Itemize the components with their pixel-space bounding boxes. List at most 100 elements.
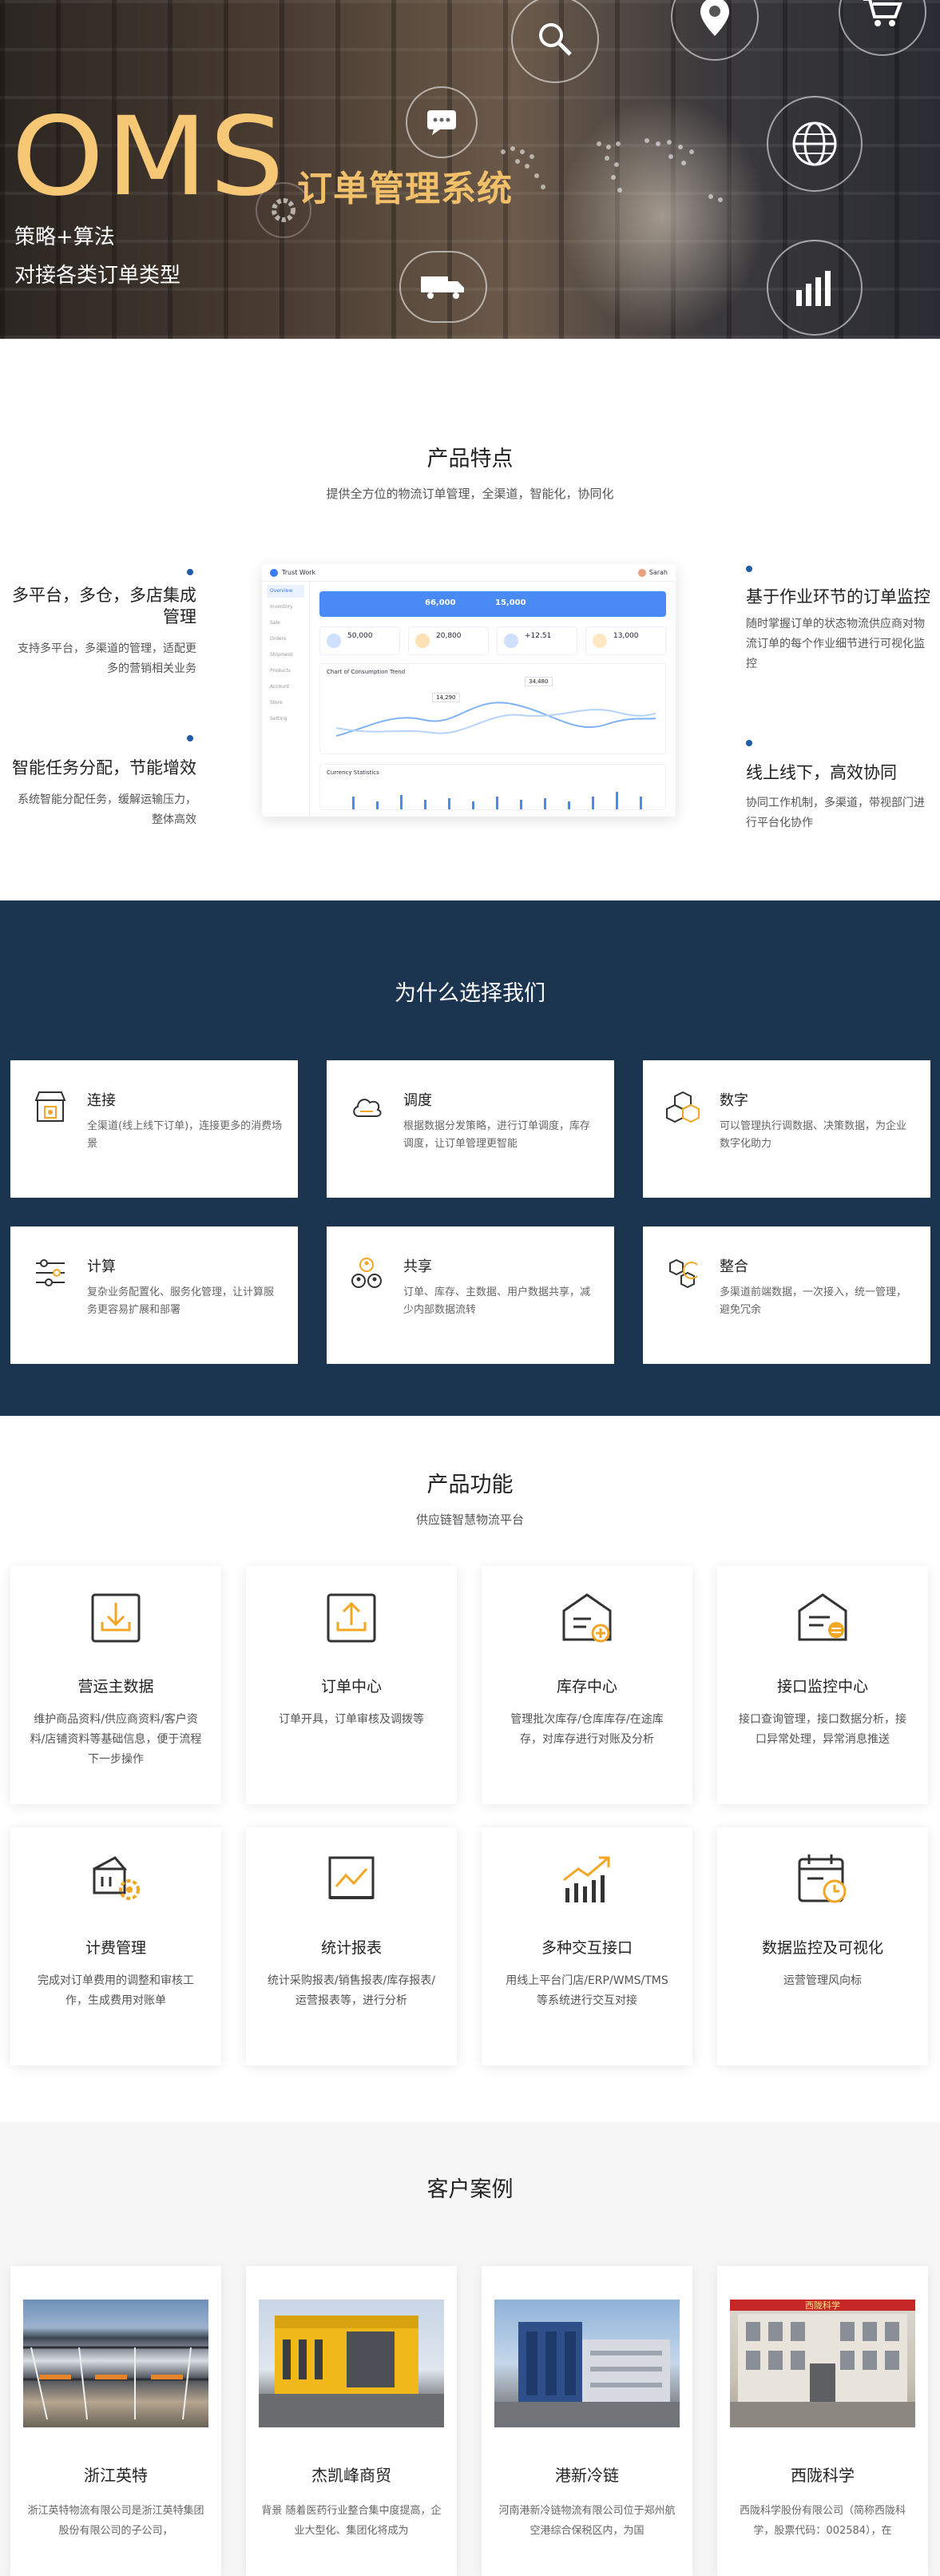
function-title: 接口监控中心 [776, 1678, 868, 1695]
case-name: 西陇科学 [791, 2466, 855, 2485]
bars-title: Currency Statistics [327, 769, 379, 776]
feature-desc: 随时掌握订单的状态物流供应商对物流订单的每个作业细节进行可视化监控 [746, 618, 925, 670]
upload-tray-icon [327, 1593, 376, 1643]
feature-item: 基于作业环节的订单监控 随时掌握订单的状态物流供应商对物流订单的每个作业细节进行… [746, 566, 931, 674]
function-desc: 完成对订单费用的调整和审核工作，生成费用对账单 [38, 1974, 194, 2007]
banner-value-b: 15,000 [495, 598, 526, 607]
sidebar-item: Inventory [270, 604, 293, 610]
feature-item: 线上线下，高效协同 协同工作机制，多渠道，带视部门进行平台化协作 [746, 740, 931, 833]
sidebar-item: Sale [270, 620, 280, 626]
trend-chart: Chart of Consumption Trend 14,290 34,480 [319, 663, 666, 754]
feature-desc: 系统智能分配任务，缓解运输压力，整体高效 [18, 793, 196, 826]
case-image: 西陇科学 [730, 2300, 915, 2427]
function-card: 计费管理 完成对订单费用的调整和审核工作，生成费用对账单 [10, 1827, 221, 2065]
monitor-api-icon [798, 1593, 847, 1641]
sidebar-item: Overview [267, 585, 304, 598]
card-desc: 订单、库存、主数据、用户数据共享，减少内部数据流转 [403, 1286, 591, 1316]
user-name: Sarah [648, 569, 668, 576]
bullet-dot [187, 735, 193, 741]
function-card: 统计报表 统计采购报表/销售报表/库存报表/运营报表等，进行分析 [246, 1827, 457, 2065]
kpi-row: 50,000 20,800 +12.51 13,000 [319, 626, 666, 655]
sidebar-item: Products [270, 668, 291, 674]
case-image [259, 2300, 444, 2427]
sliders-icon [36, 1259, 65, 1286]
bullet-dot [746, 566, 752, 572]
function-title: 营运主数据 [77, 1678, 154, 1695]
feature-title: 智能任务分配，节能增效 [12, 758, 196, 777]
dashboard-preview: Trust Work Sarah Overview Inventory Sale… [262, 564, 676, 817]
feature-desc: 协同工作机制，多渠道，带视部门进行平台化协作 [746, 797, 925, 829]
function-desc: 运营管理风向标 [783, 1974, 862, 1987]
sidebar-item: Store [270, 700, 283, 706]
dashboard-sidebar: Overview Inventory Sale Orders Shipment … [262, 582, 310, 817]
function-desc: 用线上平台门店/ERP/WMS/TMS等系统进行交互对接 [506, 1974, 668, 2007]
app-logo-icon [270, 568, 278, 577]
feature-item: 智能任务分配，节能增效 系统智能分配任务，缓解运输压力，整体高效 [8, 735, 196, 830]
dashboard-banner: 66,000 15,000 [319, 591, 666, 617]
function-title: 订单中心 [320, 1678, 382, 1695]
sidebar-item: Shipment [270, 652, 293, 658]
why-card: 计算 复杂业务配置化、服务化管理，让计算服务更容易扩展和部署 [10, 1226, 298, 1364]
chart-tooltip: 14,290 [432, 693, 460, 702]
hero-tagline-1: 策略+算法 [14, 225, 115, 249]
function-card: 数据监控及可视化 运营管理风向标 [717, 1827, 928, 2065]
integrate-icon [669, 1258, 698, 1289]
sidebar-item: Setting [270, 716, 288, 722]
banner-value-a: 66,000 [425, 598, 456, 607]
case-image [23, 2300, 208, 2427]
case-name: 港新冷链 [555, 2466, 619, 2485]
card-title: 连接 [87, 1092, 116, 1109]
bullet-dot [746, 740, 752, 746]
features-title: 产品特点 [426, 447, 514, 471]
function-desc: 管理批次库存/仓库库存/在途库存，对库存进行对账及分析 [510, 1713, 664, 1746]
store-icon [34, 1091, 66, 1122]
function-card: 营运主数据 维护商品资料/供应商资料/客户资料/店铺资料等基础信息，便于流程下一… [10, 1566, 221, 1804]
bar-chart-icon [767, 240, 863, 336]
avatar [637, 568, 646, 577]
case-card[interactable]: 浙江英特 浙江英特物流有限公司是浙江英特集团股份有限公司的子公司， [10, 2266, 221, 2576]
kpi-card: 20,800 [408, 626, 489, 655]
why-card: 调度 根据数据分发策略，进行订单调度，库存调度，让订单管理更智能 [327, 1060, 614, 1198]
globe-icon [767, 96, 863, 192]
hero-tagline-2: 对接各类订单类型 [14, 264, 181, 288]
why-card: 连接 全渠道(线上线下订单)，连接更多的消费场景 [10, 1060, 298, 1198]
warehouse-add-icon [562, 1593, 612, 1643]
case-card[interactable]: 港新冷链 河南港新冷链物流有限公司位于郑州航空港综合保税区内，为国 [482, 2266, 692, 2576]
sidebar-item: Orders [270, 636, 287, 642]
report-chart-icon [328, 1856, 375, 1899]
feature-desc: 支持多平台，多渠道的管理，适配更多的营销相关业务 [18, 642, 196, 675]
billing-gear-icon [93, 1856, 140, 1900]
feature-item: 多平台，多仓，多店集成管理 支持多平台，多渠道的管理，适配更多的营销相关业务 [8, 569, 196, 679]
card-desc: 全渠道(线上线下订单)，连接更多的消费场景 [87, 1120, 283, 1150]
case-card[interactable]: 杰凯峰商贸 背景 随着医药行业整合集中度提高，企业大型化、集团化将成为 [246, 2266, 457, 2576]
world-dots-map [501, 138, 723, 202]
card-title: 计算 [87, 1258, 116, 1275]
why-title: 为什么选择我们 [395, 981, 545, 1006]
currency-bars: Currency Statistics [319, 764, 666, 810]
card-title: 调度 [403, 1092, 432, 1109]
card-desc: 多渠道前端数据，一次接入，统一管理，避免冗余 [720, 1286, 907, 1316]
system-name: 订单管理系统 [297, 169, 513, 209]
chart-title: Chart of Consumption Trend [327, 669, 406, 675]
function-title: 数据监控及可视化 [761, 1939, 883, 1957]
why-card: 整合 多渠道前端数据，一次接入，统一管理，避免冗余 [643, 1226, 930, 1364]
mini-bars [352, 792, 642, 809]
trend-lines [335, 702, 656, 737]
why-card: 数字 可以管理执行调数据、决策数据，为企业数字化助力 [643, 1060, 930, 1198]
case-image [494, 2300, 680, 2427]
function-title: 多种交互接口 [541, 1939, 633, 1957]
case-desc: 背景 随着医药行业整合集中度提高，企业大型化、集团化将成为 [261, 2505, 442, 2537]
card-desc: 根据数据分发策略，进行订单调度，库存调度，让订单管理更智能 [403, 1120, 591, 1150]
card-title: 数字 [720, 1092, 748, 1109]
case-card[interactable]: 西陇科学 西陇科学 西陇科学股份有限公司（简称西陇科学，股票代码：002584）… [717, 2266, 928, 2576]
function-card: 接口监控中心 接口查询管理，接口数据分析，接口异常处理，异常消息推送 [717, 1566, 928, 1804]
features-subtitle: 提供全方位的物流订单管理，全渠道，智能化，协同化 [326, 487, 614, 501]
cubes-icon [666, 1091, 700, 1123]
card-desc: 可以管理执行调数据、决策数据，为企业数字化助力 [720, 1120, 907, 1150]
why-card: 共享 订单、库存、主数据、用户数据共享，减少内部数据流转 [327, 1226, 614, 1364]
cases-title: 客户案例 [426, 2177, 514, 2202]
function-card: 库存中心 管理批次库存/仓库库存/在途库存，对库存进行对账及分析 [482, 1566, 692, 1804]
function-card: 订单中心 订单开具，订单审核及调拨等 [246, 1566, 457, 1804]
kpi-card: 13,000 [585, 626, 666, 655]
case-desc: 西陇科学股份有限公司（简称西陇科学，股票代码：002584），在 [739, 2505, 906, 2537]
